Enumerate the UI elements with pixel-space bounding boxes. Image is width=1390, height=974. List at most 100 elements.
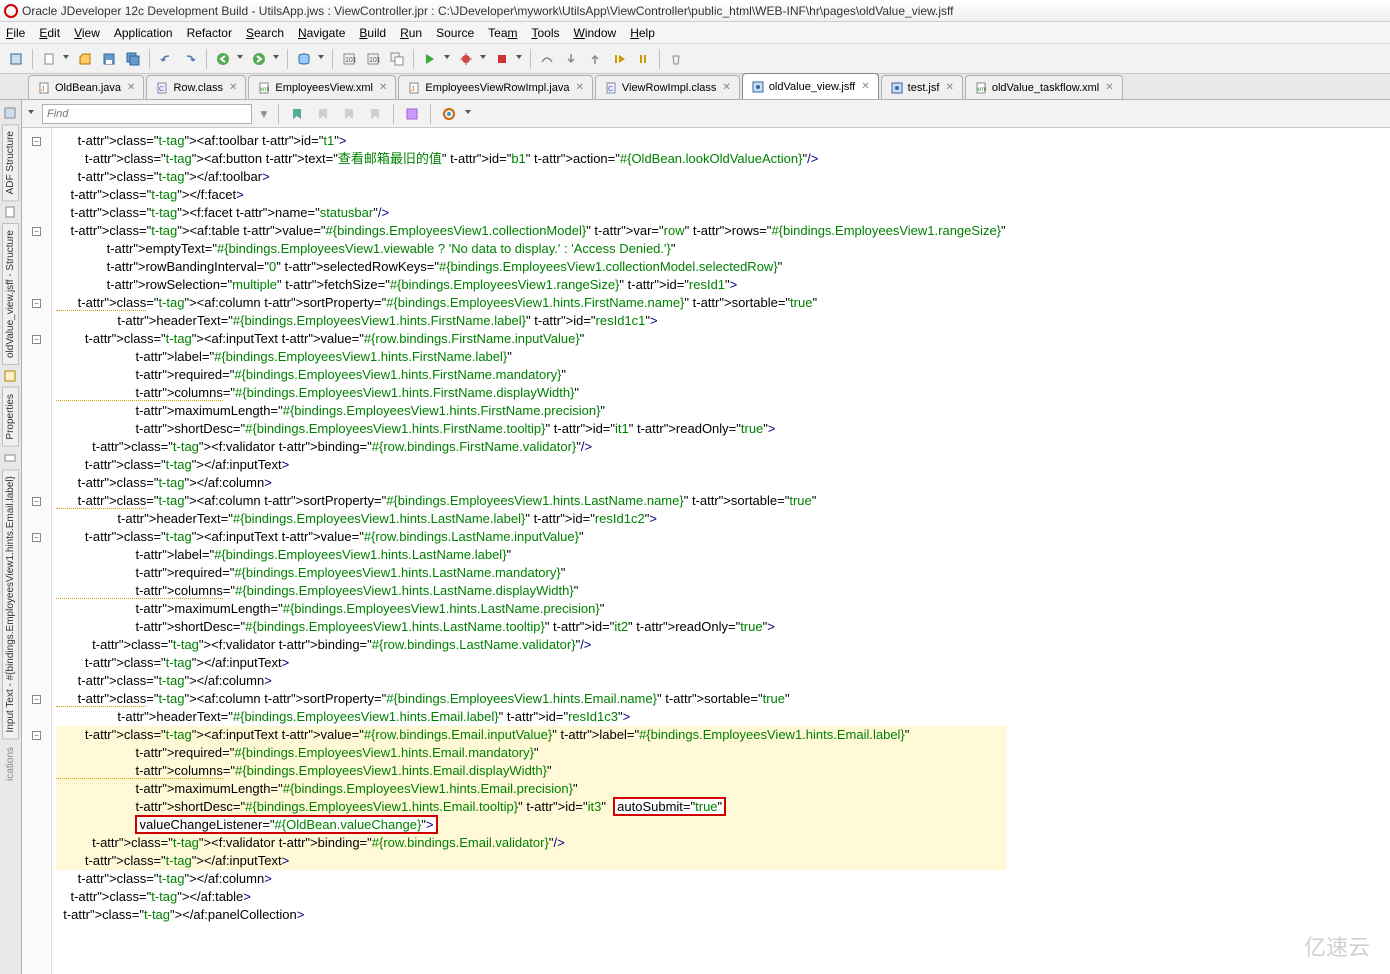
code-line[interactable]: t-attr">class="t-tag"><af:inputText t-at… (56, 528, 1006, 546)
code-line[interactable]: t-attr">class="t-tag"><f:validator t-att… (56, 834, 1006, 852)
menu-search[interactable]: Search (246, 26, 284, 40)
code-line[interactable]: t-attr">required="#{bindings.EmployeesVi… (56, 744, 1006, 762)
code-line[interactable]: t-attr">class="t-tag"><f:facet t-attr">n… (56, 204, 1006, 222)
code-line[interactable]: t-attr">headerText="#{bindings.Employees… (56, 708, 1006, 726)
code-line[interactable]: t-attr">class="t-tag"></af:column> (56, 474, 1006, 492)
close-icon[interactable]: ✕ (229, 82, 237, 93)
code-editor[interactable]: −−−−−−−− t-attr">class="t-tag"><af:toolb… (22, 128, 1390, 974)
code-line[interactable]: t-attr">class="t-tag"><af:column t-attr"… (56, 294, 1006, 312)
code-line[interactable]: t-attr">required="#{bindings.EmployeesVi… (56, 564, 1006, 582)
toolbar-new-application-icon[interactable] (6, 49, 26, 69)
toolbar-stop-icon[interactable] (492, 49, 512, 69)
audit-icon[interactable] (439, 104, 459, 124)
document-tab-6[interactable]: test.jsf✕ (881, 75, 963, 99)
code-line[interactable]: t-attr">emptyText="#{bindings.EmployeesV… (56, 240, 1006, 258)
sidebar-tab-properties[interactable]: Properties (2, 387, 19, 447)
toolbar-pause-icon[interactable] (633, 49, 653, 69)
code-line[interactable]: t-attr">required="#{bindings.EmployeesVi… (56, 366, 1006, 384)
editor-gutter[interactable]: −−−−−−−− (22, 128, 52, 974)
code-line[interactable]: t-attr">maximumLength="#{bindings.Employ… (56, 600, 1006, 618)
code-line[interactable]: t-attr">label="#{bindings.EmployeesView1… (56, 546, 1006, 564)
fold-toggle[interactable]: − (32, 497, 41, 506)
code-line[interactable]: t-attr">class="t-tag"><af:inputText t-at… (56, 726, 1006, 744)
bookmark-prev-icon[interactable] (313, 104, 333, 124)
document-tab-3[interactable]: JEmployeesViewRowImpl.java✕ (398, 75, 592, 99)
sidebar-tab-file-structure[interactable]: oldValue_view.jsff - Structure (2, 223, 19, 365)
code-line[interactable]: t-attr">class="t-tag"><f:validator t-att… (56, 636, 1006, 654)
menu-run[interactable]: Run (400, 26, 422, 40)
dd-icon[interactable] (63, 55, 71, 63)
file-structure-icon[interactable] (3, 205, 19, 221)
menu-help[interactable]: Help (630, 26, 655, 40)
code-line[interactable]: t-attr">class="t-tag"></f:facet> (56, 186, 1006, 204)
code-line[interactable]: t-attr">columns="#{bindings.EmployeesVie… (56, 762, 1006, 780)
menu-source[interactable]: Source (436, 26, 474, 40)
bookmark-clear-icon[interactable] (365, 104, 385, 124)
menu-team[interactable]: Team (488, 26, 517, 40)
menu-navigate[interactable]: Navigate (298, 26, 345, 40)
toolbar-run-icon[interactable] (420, 49, 440, 69)
toolbar-db-icon[interactable] (294, 49, 314, 69)
toolbar-rebuild-icon[interactable]: 101 (363, 49, 383, 69)
code-line[interactable]: t-attr">class="t-tag"><af:inputText t-at… (56, 330, 1006, 348)
close-icon[interactable]: ✕ (861, 81, 869, 92)
code-line[interactable]: t-attr">rowSelection="multiple" t-attr">… (56, 276, 1006, 294)
sidebar-tab-adf-structure[interactable]: ADF Structure (2, 124, 19, 201)
document-tab-1[interactable]: CRow.class✕ (146, 75, 246, 99)
close-icon[interactable]: ✕ (379, 82, 387, 93)
code-line[interactable]: t-attr">rowBandingInterval="0" t-attr">s… (56, 258, 1006, 276)
menu-application[interactable]: Application (114, 26, 173, 40)
fold-toggle[interactable]: − (32, 299, 41, 308)
code-line[interactable]: t-attr">shortDesc="#{bindings.EmployeesV… (56, 798, 1006, 816)
toolbar-open-icon[interactable] (75, 49, 95, 69)
fold-toggle[interactable]: − (32, 695, 41, 704)
code-line[interactable]: t-attr">shortDesc="#{bindings.EmployeesV… (56, 420, 1006, 438)
toolbar-new-icon[interactable] (39, 49, 59, 69)
close-icon[interactable]: ✕ (127, 82, 135, 93)
close-icon[interactable]: ✕ (945, 82, 953, 93)
code-line[interactable]: t-attr">headerText="#{bindings.Employees… (56, 510, 1006, 528)
menu-build[interactable]: Build (359, 26, 386, 40)
toolbar-gc-icon[interactable] (666, 49, 686, 69)
toolbar-forward-icon[interactable] (249, 49, 269, 69)
menu-file[interactable]: File (6, 26, 25, 40)
fold-toggle[interactable]: − (32, 227, 41, 236)
menu-refactor[interactable]: Refactor (187, 26, 232, 40)
inputtext-pane-icon[interactable] (3, 451, 19, 467)
code-line[interactable]: t-attr">class="t-tag"><f:validator t-att… (56, 438, 1006, 456)
fold-toggle[interactable]: − (32, 137, 41, 146)
code-line[interactable]: t-attr">maximumLength="#{bindings.Employ… (56, 780, 1006, 798)
menu-edit[interactable]: Edit (39, 26, 60, 40)
code-line[interactable]: t-attr">class="t-tag"><af:column t-attr"… (56, 492, 1006, 510)
structure-pane-icon[interactable] (3, 106, 19, 122)
close-icon[interactable]: ✕ (722, 82, 730, 93)
bookmark-toggle-icon[interactable] (287, 104, 307, 124)
code-line[interactable]: t-attr">label="#{bindings.EmployeesView1… (56, 348, 1006, 366)
toolbar-step-out-icon[interactable] (585, 49, 605, 69)
toolbar-step-over-icon[interactable] (537, 49, 557, 69)
code-line[interactable]: t-attr">class="t-tag"></af:inputText> (56, 852, 1006, 870)
code-line[interactable]: t-attr">class="t-tag"></af:toolbar> (56, 168, 1006, 186)
toolbar-save-icon[interactable] (99, 49, 119, 69)
code-line[interactable]: t-attr">columns="#{bindings.EmployeesVie… (56, 582, 1006, 600)
document-tab-4[interactable]: CViewRowImpl.class✕ (595, 75, 740, 99)
code-line[interactable]: t-attr">class="t-tag"></af:inputText> (56, 456, 1006, 474)
code-line[interactable]: t-attr">class="t-tag"></af:panelCollecti… (56, 906, 1006, 924)
code-line[interactable]: valueChangeListener="#{OldBean.valueChan… (56, 816, 1006, 834)
code-line[interactable]: t-attr">class="t-tag"><af:button t-attr"… (56, 150, 1006, 168)
code-line[interactable]: t-attr">maximumLength="#{bindings.Employ… (56, 402, 1006, 420)
document-tab-5[interactable]: oldValue_view.jsff✕ (742, 73, 879, 99)
menu-tools[interactable]: Tools (532, 26, 560, 40)
close-icon[interactable]: ✕ (1105, 82, 1113, 93)
find-next-icon[interactable]: ▼ (258, 107, 270, 121)
code-line[interactable]: t-attr">columns="#{bindings.EmployeesVie… (56, 384, 1006, 402)
document-tab-2[interactable]: xmlEmployeesView.xml✕ (248, 75, 396, 99)
toolbar-save-all-icon[interactable] (123, 49, 143, 69)
document-tab-7[interactable]: xmloldValue_taskflow.xml✕ (965, 75, 1123, 99)
code-line[interactable]: t-attr">class="t-tag"></af:table> (56, 888, 1006, 906)
fold-toggle[interactable]: − (32, 335, 41, 344)
code-line[interactable]: t-attr">class="t-tag"><af:toolbar t-attr… (56, 132, 1006, 150)
sidebar-tab-inputtext[interactable]: Input Text - #{bindings.EmployeesView1.h… (2, 469, 19, 739)
document-tab-0[interactable]: JOldBean.java✕ (28, 75, 144, 99)
toolbar-step-into-icon[interactable] (561, 49, 581, 69)
